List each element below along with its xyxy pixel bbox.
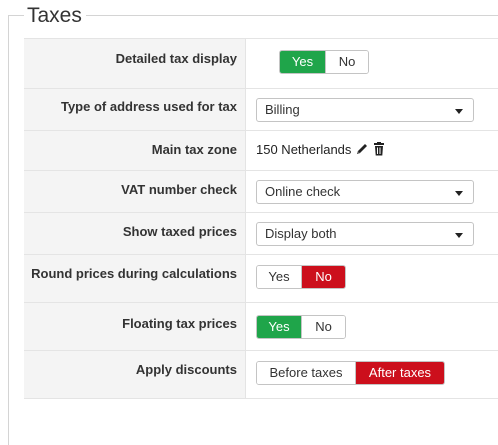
show-taxed-prices-selected-value: Display both [265, 226, 337, 241]
dropdown-caret-icon [455, 191, 463, 196]
floating-tax-prices-toggle: Yes No [256, 315, 346, 339]
dropdown-caret-icon [455, 233, 463, 238]
row-floating-tax-prices: Floating tax prices Yes No [24, 302, 498, 350]
main-tax-zone-value: 150 Netherlands [256, 142, 352, 157]
show-taxed-prices-select[interactable]: Display both [256, 222, 474, 246]
taxes-settings-table: Detailed tax display Yes No Type of addr… [24, 38, 498, 399]
detailed-tax-display-toggle: Yes No [279, 50, 369, 74]
address-type-selected-value: Billing [265, 102, 300, 117]
row-apply-discounts: Apply discounts Before taxes After taxes [24, 350, 498, 399]
fieldset-legend: Taxes [24, 3, 86, 29]
row-label: Main tax zone [24, 131, 246, 170]
detailed-tax-display-no-button[interactable]: No [325, 51, 368, 73]
detailed-tax-display-yes-button[interactable]: Yes [280, 51, 325, 73]
row-vat-number-check: VAT number check Online check [24, 170, 498, 212]
row-address-type: Type of address used for tax Billing [24, 88, 498, 130]
vat-number-check-select[interactable]: Online check [256, 180, 474, 204]
pencil-icon[interactable] [355, 142, 369, 159]
apply-discounts-before-taxes-button[interactable]: Before taxes [257, 362, 355, 384]
trash-icon[interactable] [373, 142, 385, 159]
round-prices-yes-button[interactable]: Yes [257, 266, 301, 288]
round-prices-toggle: Yes No [256, 265, 346, 289]
round-prices-no-button[interactable]: No [301, 266, 345, 288]
vat-number-check-selected-value: Online check [265, 184, 341, 199]
row-round-prices: Round prices during calculations Yes No [24, 254, 498, 302]
row-detailed-tax-display: Detailed tax display Yes No [24, 38, 498, 88]
floating-tax-prices-yes-button[interactable]: Yes [257, 316, 301, 338]
floating-tax-prices-no-button[interactable]: No [301, 316, 345, 338]
row-label: Floating tax prices [24, 303, 246, 350]
row-label: Type of address used for tax [24, 89, 246, 130]
row-label: Show taxed prices [24, 213, 246, 254]
row-label: Apply discounts [24, 351, 246, 398]
row-label: VAT number check [24, 171, 246, 212]
row-show-taxed-prices: Show taxed prices Display both [24, 212, 498, 254]
apply-discounts-toggle: Before taxes After taxes [256, 361, 445, 385]
row-main-tax-zone: Main tax zone 150 Netherlands [24, 130, 498, 170]
row-label: Detailed tax display [24, 39, 246, 88]
dropdown-caret-icon [455, 109, 463, 114]
apply-discounts-after-taxes-button[interactable]: After taxes [355, 362, 444, 384]
address-type-select[interactable]: Billing [256, 98, 474, 122]
row-label: Round prices during calculations [24, 255, 246, 302]
